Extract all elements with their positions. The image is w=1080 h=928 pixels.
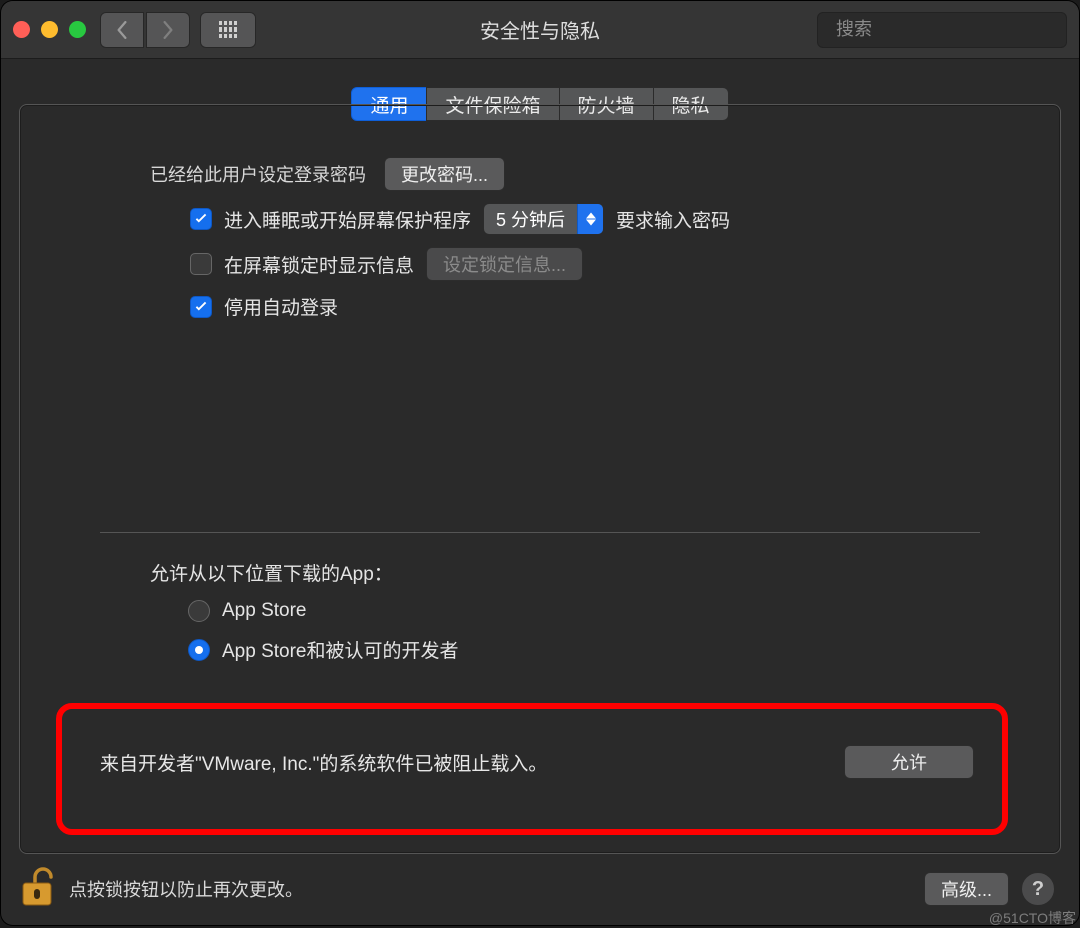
select-value: 5 分钟后 — [484, 204, 577, 234]
footer: 点按锁按钮以防止再次更改。 高级... ? — [1, 853, 1079, 925]
radio-identified-label: App Store和被认可的开发者 — [222, 636, 459, 663]
require-password-suffix: 要求输入密码 — [616, 206, 730, 233]
disable-auto-login-row: 停用自动登录 — [190, 293, 1020, 320]
window-controls — [13, 21, 86, 38]
watermark: @51CTO博客 — [989, 908, 1076, 928]
require-password-prefix: 进入睡眠或开始屏幕保护程序 — [224, 206, 471, 233]
blocked-software-row: 来自开发者"VMware, Inc."的系统软件已被阻止载入。 允许 — [100, 745, 974, 779]
show-lock-message-row: 在屏幕锁定时显示信息 设定锁定信息... — [190, 247, 1020, 281]
require-password-delay-select[interactable]: 5 分钟后 — [483, 203, 604, 235]
set-lock-message-button[interactable]: 设定锁定信息... — [426, 247, 583, 281]
window-title: 安全性与隐私 — [480, 15, 600, 44]
change-password-button[interactable]: 更改密码... — [384, 157, 505, 191]
content-area: 通用 文件保险箱 防火墙 隐私 已经给此用户设定登录密码 更改密码... 进入睡… — [1, 59, 1079, 925]
allow-blocked-button[interactable]: 允许 — [844, 745, 974, 779]
radio-identified-developers[interactable] — [188, 639, 210, 661]
show-all-button[interactable] — [200, 12, 256, 48]
titlebar: 安全性与隐私 — [1, 1, 1079, 59]
show-lock-message-label: 在屏幕锁定时显示信息 — [224, 251, 414, 278]
blocked-software-message: 来自开发者"VMware, Inc."的系统软件已被阻止载入。 — [100, 749, 547, 776]
advanced-button[interactable]: 高级... — [924, 872, 1009, 906]
require-password-checkbox[interactable] — [190, 208, 212, 230]
allow-apps-section: 允许从以下位置下载的App： App Store App Store和被认可的开… — [150, 559, 1020, 663]
login-section: 已经给此用户设定登录密码 更改密码... 进入睡眠或开始屏幕保护程序 5 分钟后 — [60, 157, 1020, 320]
show-lock-message-checkbox[interactable] — [190, 253, 212, 275]
lock-icon[interactable] — [19, 865, 55, 914]
disable-auto-login-checkbox[interactable] — [190, 296, 212, 318]
search-input[interactable] — [836, 19, 1068, 40]
radio-identified-row: App Store和被认可的开发者 — [188, 636, 1020, 663]
check-icon — [194, 300, 208, 314]
preferences-window: 安全性与隐私 通用 文件保险箱 防火墙 隐私 已经给此用户设定登录密码 更改密码… — [1, 1, 1079, 925]
zoom-window-icon[interactable] — [69, 21, 86, 38]
section-divider — [100, 532, 980, 533]
nav-buttons — [100, 12, 190, 48]
radio-app-store[interactable] — [188, 600, 210, 622]
search-field[interactable] — [817, 12, 1067, 48]
grid-icon — [219, 21, 237, 39]
password-set-label: 已经给此用户设定登录密码 — [150, 161, 366, 187]
close-window-icon[interactable] — [13, 21, 30, 38]
lock-hint-label: 点按锁按钮以防止再次更改。 — [69, 876, 303, 902]
disable-auto-login-label: 停用自动登录 — [224, 293, 338, 320]
select-stepper-icon — [577, 204, 603, 234]
allow-apps-title: 允许从以下位置下载的App： — [150, 559, 1020, 586]
minimize-window-icon[interactable] — [41, 21, 58, 38]
require-password-row: 进入睡眠或开始屏幕保护程序 5 分钟后 要求输入密码 — [190, 203, 1020, 235]
forward-button[interactable] — [146, 12, 190, 48]
radio-app-store-label: App Store — [222, 600, 307, 622]
back-button[interactable] — [100, 12, 144, 48]
general-panel: 已经给此用户设定登录密码 更改密码... 进入睡眠或开始屏幕保护程序 5 分钟后 — [19, 104, 1061, 854]
radio-app-store-row: App Store — [188, 600, 1020, 622]
check-icon — [194, 212, 208, 226]
help-button[interactable]: ? — [1021, 872, 1055, 906]
